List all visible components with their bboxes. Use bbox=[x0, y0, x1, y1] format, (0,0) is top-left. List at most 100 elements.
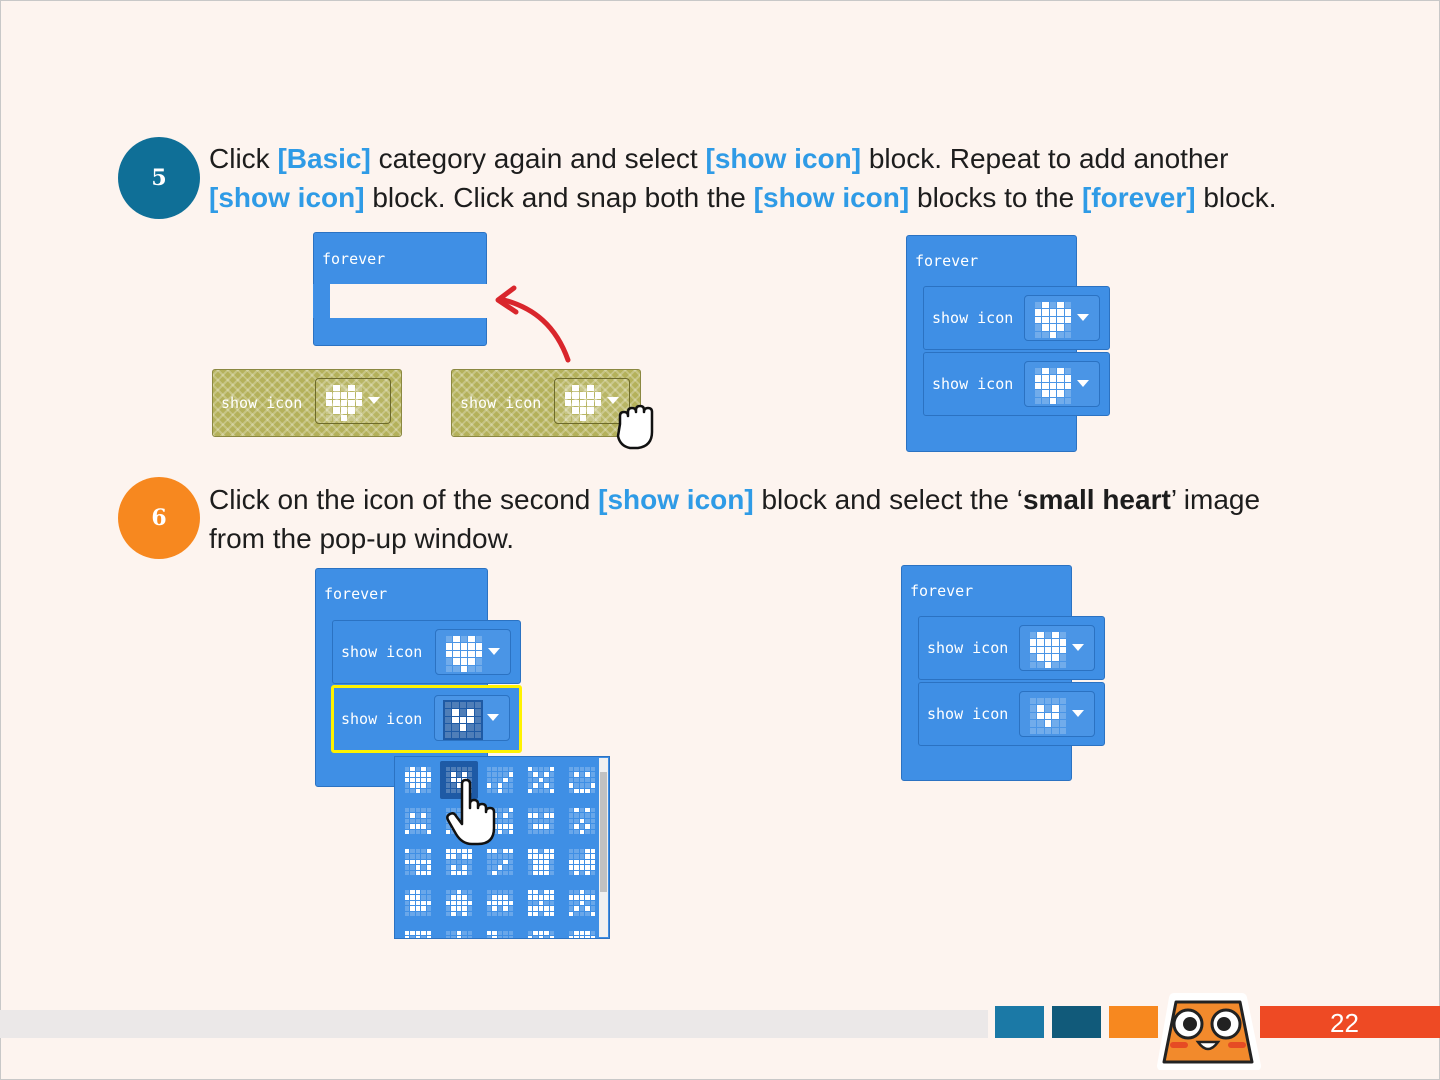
dropdown-caret-icon[interactable] bbox=[1072, 644, 1084, 651]
show-icon-label: show icon bbox=[341, 710, 423, 728]
umbrella-icon bbox=[569, 931, 595, 938]
show-icon-block-1[interactable]: show icon bbox=[918, 616, 1105, 680]
step-5-badge: 5 bbox=[118, 137, 200, 219]
dropdown-caret-icon[interactable] bbox=[1072, 710, 1084, 717]
icon-option-skull[interactable] bbox=[522, 925, 560, 938]
heart-icon bbox=[1035, 302, 1071, 338]
show-icon-block-dragged-1[interactable]: show icon bbox=[212, 369, 402, 437]
heart-icon bbox=[1035, 368, 1071, 404]
show-icon-label: show icon bbox=[927, 705, 1009, 723]
dropdown-caret-icon[interactable] bbox=[1077, 314, 1089, 321]
sword-icon bbox=[446, 931, 472, 938]
skull-icon bbox=[528, 931, 554, 938]
show-icon-label: show icon bbox=[221, 394, 303, 412]
meh-icon bbox=[487, 849, 513, 875]
heart-icon bbox=[405, 767, 431, 793]
icon-option-stickfig[interactable] bbox=[563, 884, 601, 922]
dropdown-caret-icon[interactable] bbox=[488, 648, 500, 655]
tshirt-icon bbox=[528, 849, 554, 875]
dropdown-caret-icon[interactable] bbox=[1077, 380, 1089, 387]
silly-icon bbox=[405, 849, 431, 875]
surprised-icon bbox=[569, 808, 595, 834]
icon-option-house[interactable] bbox=[440, 884, 478, 922]
no-icon bbox=[528, 767, 554, 793]
icon-field[interactable] bbox=[1024, 295, 1100, 341]
icon-option-meh[interactable] bbox=[481, 843, 519, 881]
house-icon bbox=[446, 890, 472, 916]
butterfly-icon bbox=[528, 890, 554, 916]
icon-option-sad[interactable] bbox=[399, 802, 437, 840]
fabulous-icon bbox=[446, 849, 472, 875]
dropdown-caret-icon[interactable] bbox=[368, 397, 380, 404]
icon-option-rollerskate[interactable] bbox=[563, 843, 601, 881]
duck-icon bbox=[405, 890, 431, 916]
heart-icon bbox=[1030, 632, 1066, 668]
show-icon-block-2[interactable]: show icon bbox=[918, 682, 1105, 746]
step-6-badge: 6 bbox=[118, 477, 200, 559]
step-5-line-2: [show icon] block. Click and snap both t… bbox=[209, 182, 1277, 213]
icon-option-asleep[interactable] bbox=[522, 802, 560, 840]
show-icon-block-2[interactable]: show icon bbox=[923, 352, 1110, 416]
heart-icon bbox=[565, 385, 601, 421]
happy-icon bbox=[569, 767, 595, 793]
icon-option-duck[interactable] bbox=[399, 884, 437, 922]
show-icon-label: show icon bbox=[460, 394, 542, 412]
icon-option-heart[interactable] bbox=[399, 761, 437, 799]
robot-mascot-icon bbox=[1157, 993, 1261, 1070]
icon-option-ghost[interactable] bbox=[399, 925, 437, 938]
icon-field[interactable] bbox=[435, 629, 511, 675]
icon-option-umbrella[interactable] bbox=[563, 925, 601, 938]
footer-square-1 bbox=[995, 1006, 1044, 1038]
heart-icon bbox=[446, 636, 482, 672]
forever-label: forever bbox=[322, 250, 386, 268]
page-number: 22 bbox=[1330, 1008, 1359, 1038]
icon-option-tshirt[interactable] bbox=[522, 843, 560, 881]
icon-field[interactable] bbox=[1019, 625, 1095, 671]
icon-option-surprised[interactable] bbox=[563, 802, 601, 840]
footer-square-2 bbox=[1052, 1006, 1101, 1038]
red-curved-arrow-icon bbox=[495, 285, 571, 363]
show-icon-block-1[interactable]: show icon bbox=[332, 620, 521, 684]
rollerskate-icon bbox=[569, 849, 595, 875]
icon-option-sword[interactable] bbox=[440, 925, 478, 938]
show-icon-label: show icon bbox=[932, 309, 1014, 327]
hand-pointer-icon bbox=[446, 778, 496, 846]
step-6-instructions: Click on the icon of the second [show ic… bbox=[209, 480, 1260, 558]
dropdown-caret-icon[interactable] bbox=[487, 714, 499, 721]
asleep-icon bbox=[528, 808, 554, 834]
tortoise-icon bbox=[487, 890, 513, 916]
icon-option-giraffe[interactable] bbox=[481, 925, 519, 938]
icon-option-happy[interactable] bbox=[563, 761, 601, 799]
show-icon-label: show icon bbox=[927, 639, 1009, 657]
step-5-instructions: Click [Basic] category again and select … bbox=[209, 139, 1277, 217]
icon-option-no[interactable] bbox=[522, 761, 560, 799]
small-heart-icon bbox=[443, 700, 483, 740]
show-icon-label: show icon bbox=[341, 643, 423, 661]
icon-option-fabulous[interactable] bbox=[440, 843, 478, 881]
step-6-line-1: Click on the icon of the second [show ic… bbox=[209, 484, 1261, 515]
small-heart-icon bbox=[1030, 698, 1066, 734]
footer-bar bbox=[0, 1010, 988, 1038]
icon-option-tortoise[interactable] bbox=[481, 884, 519, 922]
show-icon-block-1[interactable]: show icon bbox=[923, 286, 1110, 350]
ghost-icon bbox=[405, 931, 431, 938]
giraffe-icon bbox=[487, 931, 513, 938]
icon-field[interactable] bbox=[315, 378, 391, 424]
icon-field[interactable] bbox=[1024, 361, 1100, 407]
show-icon-label: show icon bbox=[932, 375, 1014, 393]
step-6-line-2: from the pop-up window. bbox=[209, 523, 515, 554]
stickfig-icon bbox=[569, 890, 595, 916]
forever-label: forever bbox=[910, 582, 974, 600]
icon-field-selected[interactable] bbox=[434, 695, 510, 741]
step-5-line-1: Click [Basic] category again and select … bbox=[209, 143, 1229, 174]
hand-grab-icon bbox=[616, 404, 654, 450]
heart-icon bbox=[326, 385, 362, 421]
forever-label: forever bbox=[324, 585, 388, 603]
popup-scrollbar[interactable] bbox=[599, 758, 608, 937]
icon-option-silly[interactable] bbox=[399, 843, 437, 881]
icon-option-butterfly[interactable] bbox=[522, 884, 560, 922]
show-icon-block-2-selected[interactable]: show icon bbox=[331, 685, 522, 753]
sad-icon bbox=[405, 808, 431, 834]
forever-label: forever bbox=[915, 252, 979, 270]
icon-field[interactable] bbox=[1019, 691, 1095, 737]
